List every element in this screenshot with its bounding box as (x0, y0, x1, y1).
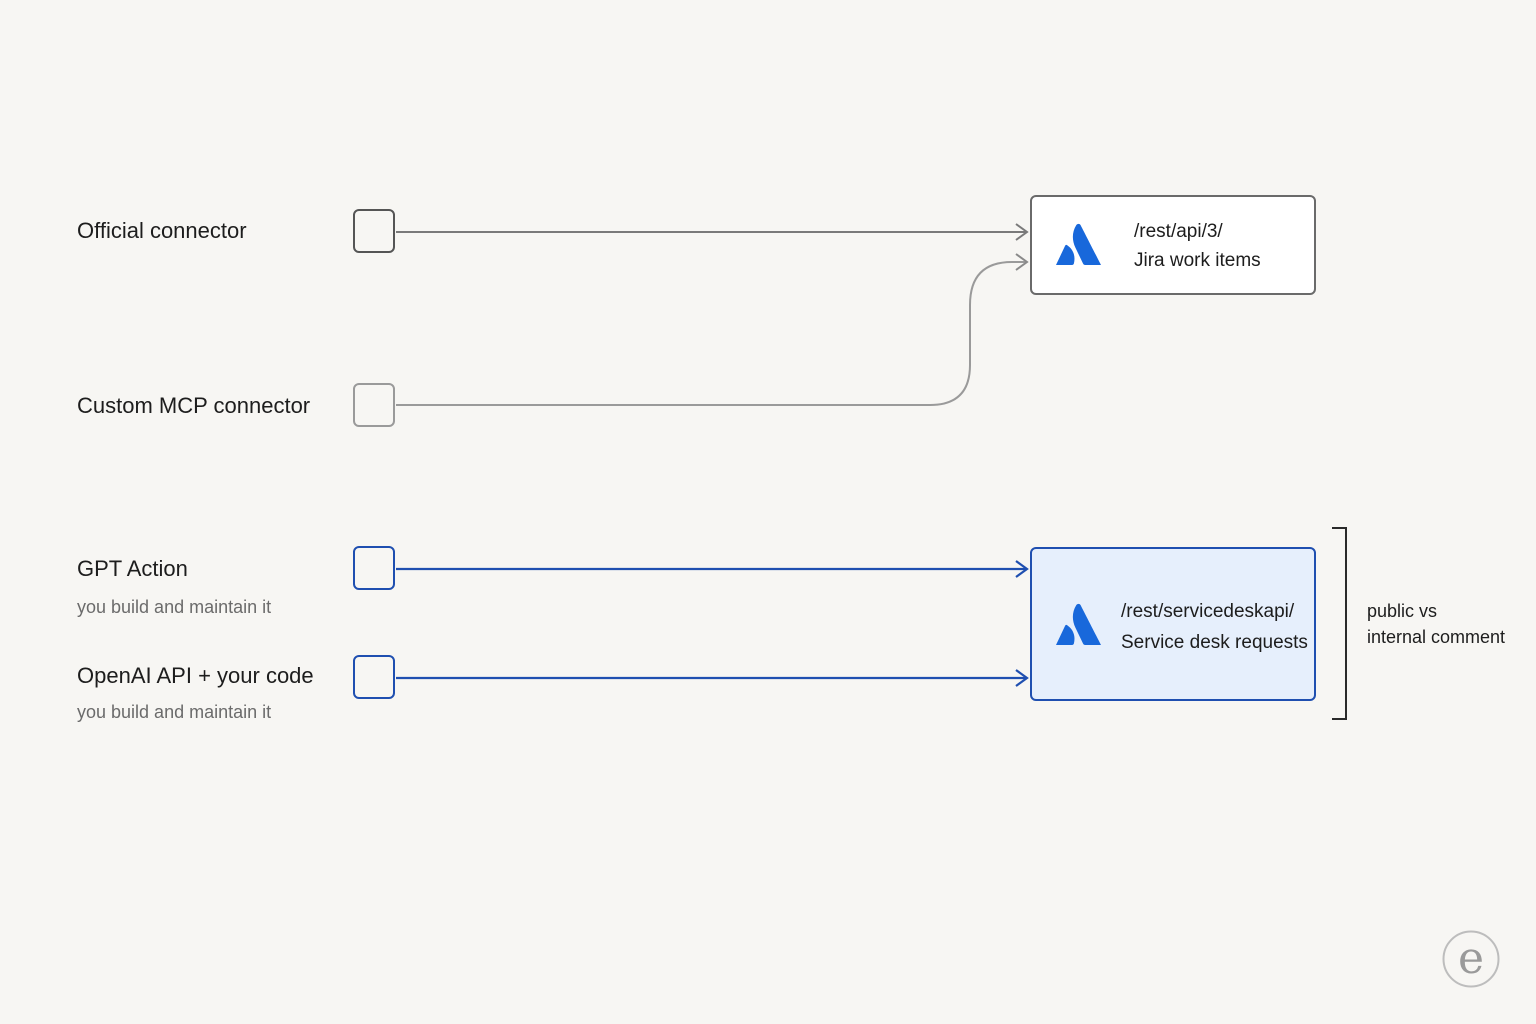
bracket-note-line-2: internal comment (1367, 627, 1506, 647)
port-official-connector[interactable] (353, 209, 395, 253)
atlassian-logo-icon (1056, 223, 1101, 265)
diagram-canvas: Official connector Custom MCP connector … (0, 0, 1536, 1024)
jira-description: Jira work items (1134, 250, 1261, 271)
source-sublabel-openai-api: you build and maintain it (77, 702, 272, 722)
connection-wires (396, 223, 1347, 720)
atlassian-logo-icon (1056, 603, 1101, 645)
source-label-gpt-action: GPT Action (77, 556, 188, 581)
service-desk-description: Service desk requests (1121, 632, 1308, 653)
port-custom-mcp-connector[interactable] (353, 383, 395, 427)
service-desk-bracket (1332, 527, 1347, 720)
brand-watermark-letter: e (1458, 933, 1484, 984)
jira-endpoint-path: /rest/api/3/ (1134, 221, 1223, 242)
source-sublabel-gpt-action: you build and maintain it (77, 597, 272, 617)
wire-custom-mcp-to-jira (396, 253, 1029, 406)
jira-work-items-target[interactable]: /rest/api/3/ Jira work items (1030, 195, 1316, 295)
brand-watermark-icon: e (1442, 930, 1500, 988)
source-label-custom-mcp-connector: Custom MCP connector (77, 393, 311, 418)
source-label-official-connector: Official connector (77, 218, 247, 243)
port-openai-api[interactable] (353, 655, 395, 699)
bracket-note-line-1: public vs (1367, 601, 1438, 621)
port-gpt-action[interactable] (353, 546, 395, 590)
service-desk-endpoint-path: /rest/servicedeskapi/ (1121, 601, 1295, 622)
service-desk-requests-target[interactable]: /rest/servicedeskapi/ Service desk reque… (1030, 547, 1316, 701)
source-label-openai-api: OpenAI API + your code (77, 663, 314, 688)
